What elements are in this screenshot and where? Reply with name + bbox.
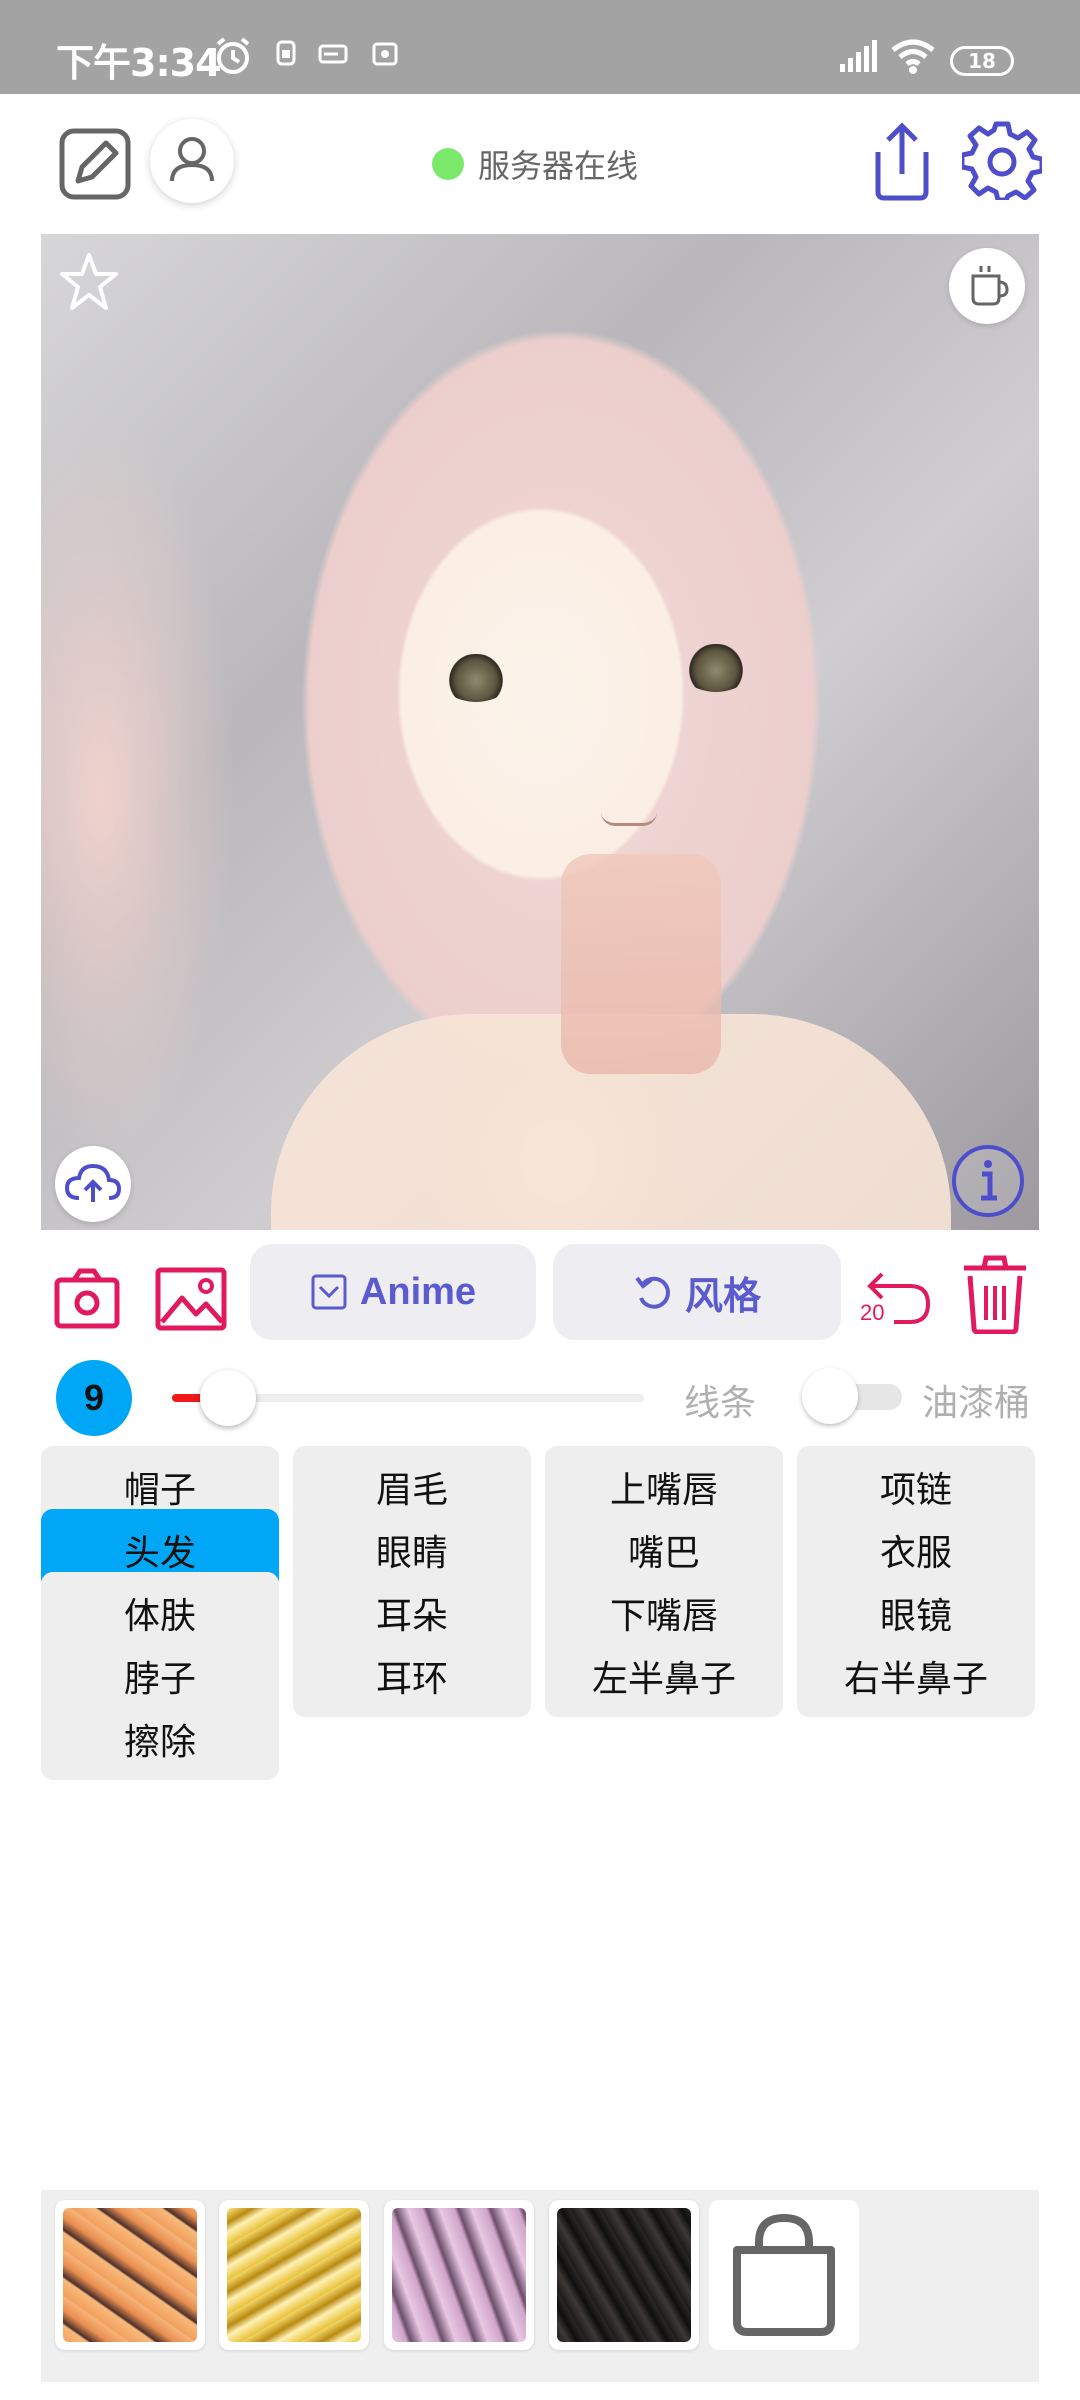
notification-icon xyxy=(276,40,296,66)
part-button[interactable]: 左半鼻子 xyxy=(545,1635,783,1717)
coffee-cup-icon xyxy=(971,266,1009,306)
canvas-left-eye xyxy=(441,654,511,702)
toggle-knob xyxy=(802,1368,858,1424)
brush-size-badge: 9 xyxy=(56,1360,132,1436)
part-button[interactable]: 擦除 xyxy=(41,1698,279,1780)
tool-bar: Anime 风格 20 xyxy=(0,1240,1080,1350)
drawing-canvas[interactable] xyxy=(41,234,1039,1230)
upload-button[interactable] xyxy=(55,1146,131,1222)
swatch-texture xyxy=(63,2208,197,2342)
gallery-image-icon[interactable] xyxy=(154,1264,228,1334)
style-swatch-pink[interactable] xyxy=(384,2200,534,2350)
shopping-bag-icon xyxy=(733,2213,835,2336)
paint-bucket-toggle[interactable] xyxy=(802,1366,902,1426)
rotate-ccw-icon xyxy=(635,1276,670,1309)
paint-bucket-label: 油漆桶 xyxy=(922,1383,1031,1424)
signal-icon xyxy=(840,40,877,72)
style-swatch-orange[interactable] xyxy=(55,2200,205,2350)
style-swatch-tray xyxy=(41,2190,1039,2382)
brush-controls: 9 线条 油漆桶 xyxy=(0,1352,1080,1436)
part-button[interactable]: 右半鼻子 xyxy=(797,1635,1035,1717)
status-time: 下午3:34 xyxy=(56,41,222,85)
canvas-neck xyxy=(561,854,721,1074)
camera-icon[interactable] xyxy=(52,1264,122,1334)
anime-model-button[interactable]: Anime xyxy=(250,1244,536,1340)
anime-model-label: Anime xyxy=(359,1270,477,1313)
brush-size-slider-thumb[interactable] xyxy=(199,1370,256,1426)
canvas-right-eye xyxy=(681,644,751,692)
server-status: 服务器在线 xyxy=(432,144,639,185)
alarm-icon xyxy=(216,37,250,74)
swatch-texture xyxy=(557,2208,691,2342)
share-icon[interactable] xyxy=(862,118,942,202)
app-header: 服务器在线 xyxy=(0,94,1080,234)
battery-indicator: 18 xyxy=(950,46,1014,76)
favorite-star-icon[interactable] xyxy=(57,250,121,314)
style-shop-button[interactable] xyxy=(709,2200,859,2350)
user-icon xyxy=(170,137,214,182)
online-status-dot xyxy=(432,148,464,180)
swatch-texture xyxy=(227,2208,361,2342)
checkbox-icon xyxy=(311,1274,347,1310)
screenshot-icon xyxy=(372,42,398,66)
server-status-text: 服务器在线 xyxy=(478,147,639,185)
canvas-mouth xyxy=(601,812,657,826)
style-button[interactable]: 风格 xyxy=(553,1244,841,1340)
part-button[interactable]: 耳环 xyxy=(293,1635,531,1717)
edit-icon[interactable] xyxy=(58,127,132,201)
card-icon xyxy=(318,44,348,64)
status-bar: 下午3:34 18 xyxy=(0,0,1080,94)
undo-icon[interactable] xyxy=(858,1258,934,1338)
swatch-texture xyxy=(392,2208,526,2342)
coffee-button[interactable] xyxy=(949,248,1025,324)
user-button[interactable] xyxy=(150,119,234,203)
style-swatch-dark[interactable] xyxy=(549,2200,699,2350)
info-icon[interactable] xyxy=(949,1142,1027,1220)
trash-icon[interactable] xyxy=(960,1254,1030,1334)
style-swatch-gold[interactable] xyxy=(219,2200,369,2350)
lines-mode-label[interactable]: 线条 xyxy=(684,1374,756,1426)
style-label: 风格 xyxy=(684,1275,761,1318)
wifi-icon xyxy=(891,39,935,74)
settings-gear-icon[interactable] xyxy=(962,120,1042,200)
undo-count: 20 xyxy=(860,1300,885,1325)
cloud-upload-icon xyxy=(64,1163,122,1202)
